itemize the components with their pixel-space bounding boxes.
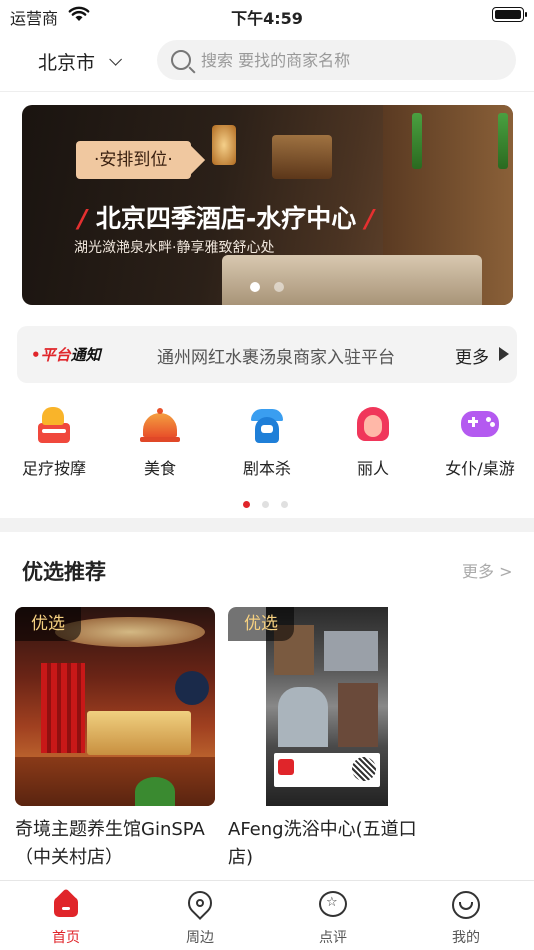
city-label: 北京市 xyxy=(38,52,96,74)
photo-floor xyxy=(15,757,215,806)
notice-tag-dot: • xyxy=(31,346,41,364)
status-bar: 运营商 下午4:59 xyxy=(0,0,534,30)
banner-photo-light xyxy=(272,135,332,179)
photo-reception-desk xyxy=(87,711,191,755)
chevron-down-icon xyxy=(109,53,123,66)
bottom-tab-bar: 首页 周边 ☆ 点评 我的 xyxy=(0,880,534,950)
category-label: 剧本杀 xyxy=(242,459,291,478)
category-pager xyxy=(243,501,288,508)
script-mystery-icon xyxy=(247,405,287,445)
battery-icon xyxy=(492,7,527,22)
banner-title-slash: / xyxy=(364,204,375,233)
notice-more-link[interactable]: 更多 xyxy=(455,343,489,368)
tab-nearby[interactable]: 周边 xyxy=(160,886,240,947)
promo-banner[interactable]: ·安排到位· / 北京四季酒店-水疗中心 / 湖光潋滟泉水畔·静享雅致舒心处 xyxy=(22,105,513,305)
tab-label: 周边 xyxy=(186,930,214,946)
city-selector[interactable]: 北京市 xyxy=(38,48,123,75)
tab-home[interactable]: 首页 xyxy=(26,888,106,947)
featured-badge: 优选 xyxy=(228,607,294,641)
category-pager-dot[interactable] xyxy=(281,501,288,508)
banner-photo-plant xyxy=(498,113,508,169)
tab-label: 首页 xyxy=(52,930,80,946)
featured-card[interactable]: 优选 奇境主题养生馆GinSPA（中关村店） xyxy=(15,607,215,872)
smile-profile-icon xyxy=(452,891,480,919)
banner-pager-dot[interactable] xyxy=(250,282,260,292)
category-script-mystery[interactable]: 剧本杀 xyxy=(217,405,317,479)
banner-photo-plant xyxy=(412,113,422,169)
photo-tile xyxy=(338,683,378,747)
featured-badge: 优选 xyxy=(15,607,81,641)
featured-card-image: 优选 xyxy=(15,607,215,806)
banner-subtitle: 湖光潋滟泉水畔·静享雅致舒心处 xyxy=(74,240,275,256)
search-icon xyxy=(171,50,191,70)
featured-more-link[interactable]: 更多 > xyxy=(462,558,513,582)
banner-pager xyxy=(250,282,284,292)
notice-tag-part: 通知 xyxy=(70,346,101,364)
photo-curtain xyxy=(41,663,85,753)
category-pager-dot[interactable] xyxy=(243,501,250,508)
play-arrow-icon[interactable] xyxy=(499,347,509,361)
home-icon xyxy=(52,888,80,919)
notice-text: 通州网红水裹汤泉商家入驻平台 xyxy=(157,348,395,368)
category-label: 足疗按摩 xyxy=(21,459,86,478)
star-review-icon: ☆ xyxy=(319,891,347,919)
platform-notice[interactable]: •平台通知 通州网红水裹汤泉商家入驻平台 更多 xyxy=(17,326,517,383)
photo-plant xyxy=(135,777,175,806)
banner-photo-bed xyxy=(222,255,482,305)
category-pager-dot[interactable] xyxy=(262,501,269,508)
banner-pager-dot[interactable] xyxy=(274,282,284,292)
foot-massage-icon xyxy=(34,405,74,445)
photo-tile xyxy=(324,631,378,671)
beauty-woman-icon xyxy=(353,405,393,445)
category-grid: 足疗按摩 美食 剧本杀 丽人 女仆/桌游 xyxy=(0,405,534,485)
category-label: 丽人 xyxy=(356,459,389,478)
tab-reviews[interactable]: ☆ 点评 xyxy=(293,891,373,947)
category-label: 女仆/桌游 xyxy=(445,459,515,478)
photo-tile xyxy=(278,687,328,747)
search-bar[interactable] xyxy=(157,40,516,80)
category-maid-boardgame[interactable]: 女仆/桌游 xyxy=(430,405,530,479)
banner-badge: ·安排到位· xyxy=(76,141,191,179)
photo-ad-card xyxy=(274,753,380,787)
featured-card-image: 优选 xyxy=(228,607,428,806)
featured-card-name: 奇境主题养生馆GinSPA（中关村店） xyxy=(15,819,205,868)
photo-logo-sign xyxy=(175,671,209,705)
notice-tag: •平台通知 xyxy=(31,344,101,365)
notice-tag-part: 平台 xyxy=(40,346,71,364)
featured-card-name: AFeng洗浴中心(五道口店) xyxy=(228,819,417,868)
food-cloche-icon xyxy=(140,405,180,445)
category-food[interactable]: 美食 xyxy=(110,405,210,479)
category-foot-massage[interactable]: 足疗按摩 xyxy=(4,405,104,479)
banner-title-text: 北京四季酒店-水疗中心 xyxy=(95,204,357,233)
banner-title-slash: / xyxy=(78,204,88,233)
category-beauty[interactable]: 丽人 xyxy=(323,405,423,479)
tab-profile[interactable]: 我的 xyxy=(426,891,506,947)
tab-label: 我的 xyxy=(452,930,480,946)
tab-label: 点评 xyxy=(319,930,347,946)
location-pin-icon xyxy=(183,886,217,920)
banner-photo-lamp xyxy=(212,125,236,165)
gamepad-icon xyxy=(460,405,500,445)
banner-title: / 北京四季酒店-水疗中心 / xyxy=(78,199,374,235)
top-header: 北京市 xyxy=(0,30,534,92)
clock: 下午4:59 xyxy=(231,9,303,28)
search-input[interactable] xyxy=(201,50,501,70)
featured-card[interactable]: 优选 AFeng洗浴中心(五道口店) xyxy=(228,607,428,872)
category-label: 美食 xyxy=(143,459,176,478)
section-divider xyxy=(0,518,534,532)
featured-section-title: 优选推荐 xyxy=(22,560,106,584)
